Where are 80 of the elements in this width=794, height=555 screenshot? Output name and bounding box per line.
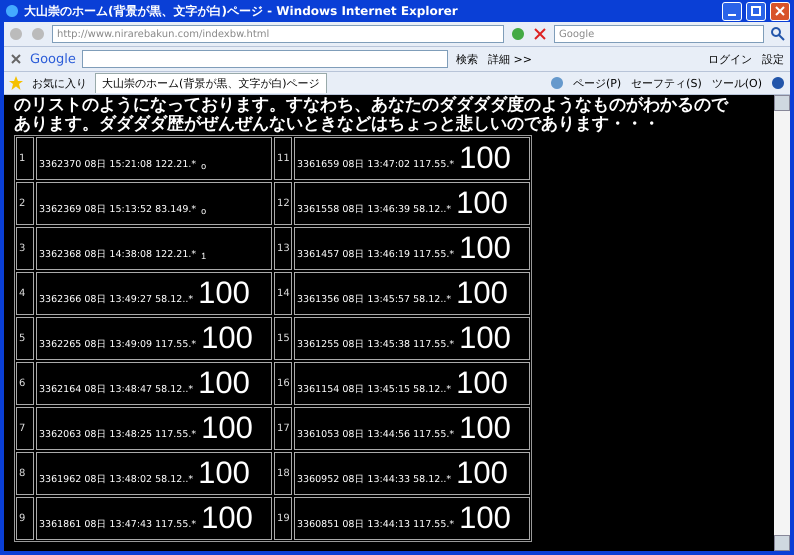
score-text: 100 — [456, 277, 508, 308]
row-number: 19 — [274, 497, 292, 540]
score-text: 100 — [456, 187, 508, 218]
maximize-button[interactable] — [746, 2, 766, 20]
command-menu[interactable]: ページ(P) — [570, 76, 624, 90]
search-field[interactable]: Google — [554, 25, 764, 43]
row-number: 5 — [16, 317, 34, 360]
minimize-icon — [728, 14, 736, 16]
score-text: 100 — [456, 367, 508, 398]
stop-icon[interactable] — [532, 26, 548, 42]
row-number: 12 — [274, 182, 292, 225]
command-menu[interactable]: セーフティ(S) — [629, 76, 704, 90]
score-text: 100 — [198, 457, 250, 488]
score-text: 100 — [201, 412, 253, 443]
score-text: o — [201, 162, 206, 173]
row-number: 16 — [274, 362, 292, 405]
score-text: 100 — [459, 502, 511, 533]
row-number: 13 — [274, 227, 292, 270]
row-number: 2 — [16, 182, 34, 225]
row-number: 1 — [16, 137, 34, 180]
entry-text: 3361962 08日 13:48:02 58.12..* — [39, 473, 194, 487]
google-logo: Google — [30, 52, 76, 66]
favorites-button[interactable]: お気に入り — [30, 76, 89, 90]
scrollbar[interactable] — [774, 95, 790, 551]
entry-text: 3360851 08日 13:44:13 117.55.* — [297, 518, 454, 532]
score-text: 100 — [459, 322, 511, 353]
entry-text: 3361558 08日 13:46:39 58.12..* — [297, 203, 452, 217]
maximize-icon — [751, 6, 761, 16]
star-icon[interactable] — [8, 75, 24, 91]
score-text: 100 — [456, 457, 508, 488]
score-text: 100 — [201, 322, 253, 353]
entry-text: 3362368 08日 14:38:08 122.21.* — [39, 248, 196, 262]
entry-text: 3361053 08日 13:44:56 117.55.* — [297, 428, 454, 442]
entry-text: 3360952 08日 13:44:33 58.12..* — [297, 473, 452, 487]
row-number: 15 — [274, 317, 292, 360]
entry-text: 3362370 08日 15:21:08 122.21.* — [39, 158, 196, 172]
row-number: 4 — [16, 272, 34, 315]
entry-text: 3361255 08日 13:45:38 117.55.* — [297, 338, 454, 352]
score-text: o — [201, 207, 206, 218]
score-text: 100 — [198, 367, 250, 398]
entry-text: 3361356 08日 13:45:57 58.12..* — [297, 293, 452, 307]
row-number: 17 — [274, 407, 292, 450]
row-number: 11 — [274, 137, 292, 180]
score-text: 1 — [201, 252, 206, 263]
entry-text: 3361861 08日 13:47:43 117.55.* — [39, 518, 196, 532]
paragraph-line: あります。ダダダダ歴がぜんぜんないときなどはちょっと悲しいのであります・・・ — [14, 116, 661, 133]
paragraph-line: のリストのようになっております。すなわち、あなたのダダダダ度のようなものがわかるので — [14, 97, 730, 114]
row-number: 18 — [274, 452, 292, 495]
more-button[interactable]: 詳細 >> — [486, 52, 534, 66]
login-link[interactable]: ログイン — [706, 52, 754, 66]
entry-text: 3362164 08日 13:48:47 58.12..* — [39, 383, 194, 397]
address-field[interactable]: http://www.nirarebakun.com/indexbw.html — [52, 25, 504, 43]
browser-tab[interactable]: 大山崇のホーム(背景が黒、文字が白)ページ — [95, 73, 327, 93]
row-number: 9 — [16, 497, 34, 540]
entry-text: 3362265 08日 13:49:09 117.55.* — [39, 338, 196, 352]
score-text: 100 — [198, 277, 250, 308]
entry-text: 3362063 08日 13:48:25 117.55.* — [39, 428, 196, 442]
row-number: 6 — [16, 362, 34, 405]
row-number: 7 — [16, 407, 34, 450]
toolbar-search-field[interactable] — [82, 50, 448, 68]
score-text: 100 — [201, 502, 253, 533]
window-title: 大山崇のホーム(背景が黒、文字が白)ページ - Windows Internet Explorer — [24, 2, 459, 20]
minimize-button[interactable] — [722, 2, 742, 20]
score-text: 100 — [459, 412, 511, 443]
entry-text: 3362369 08日 15:13:52 83.149.* — [39, 203, 196, 217]
entry-text: 3361154 08日 13:45:15 58.12..* — [297, 383, 452, 397]
settings-button[interactable]: 設定 — [760, 52, 786, 66]
entry-text: 3361659 08日 13:47:02 117.55.* — [297, 158, 454, 172]
row-number: 8 — [16, 452, 34, 495]
close-button[interactable] — [770, 2, 790, 20]
row-number: 14 — [274, 272, 292, 315]
close-icon — [775, 6, 785, 16]
entry-text: 3362366 08日 13:49:27 58.12..* — [39, 293, 194, 307]
score-text: 100 — [459, 142, 511, 173]
row-number: 3 — [16, 227, 34, 270]
score-text: 100 — [459, 232, 511, 263]
search-button[interactable]: 検索 — [454, 52, 480, 66]
search-icon[interactable] — [770, 26, 786, 42]
entry-text: 3361457 08日 13:46:19 117.55.* — [297, 248, 454, 262]
command-menu[interactable]: ツール(O) — [710, 76, 764, 90]
